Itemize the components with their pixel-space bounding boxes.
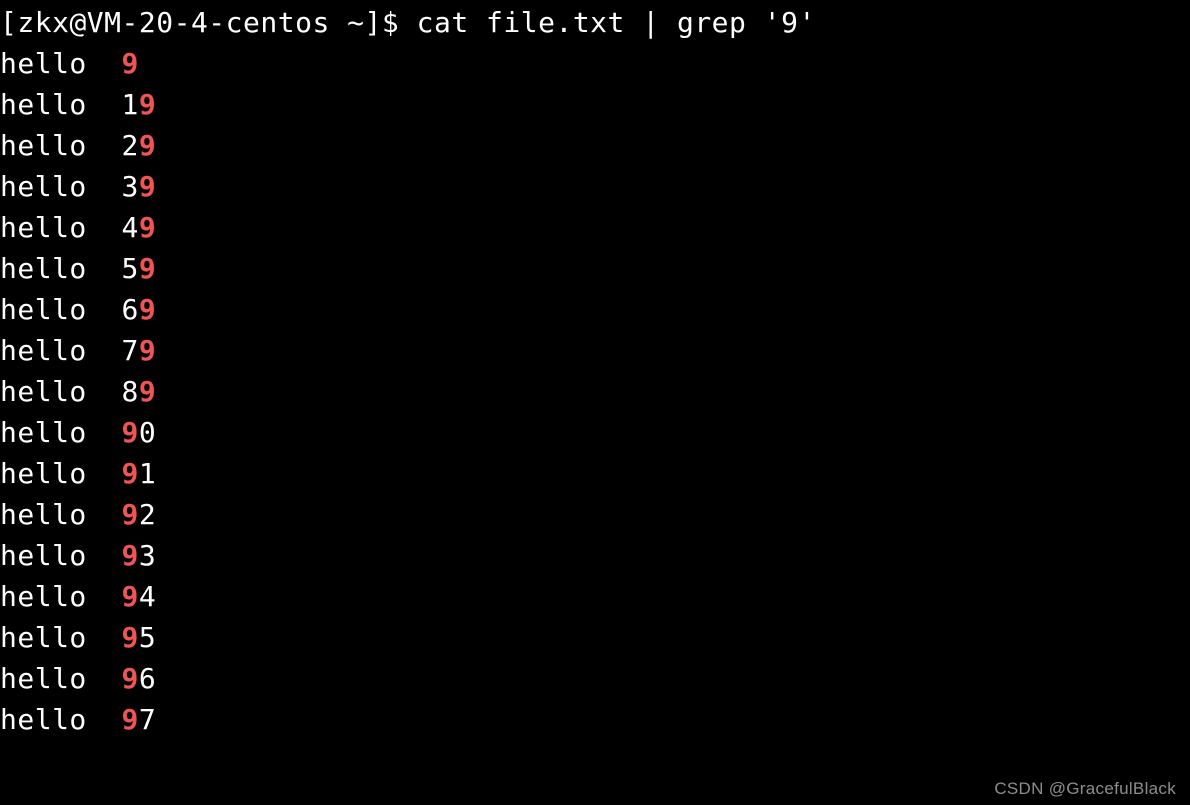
output-gap <box>87 375 122 408</box>
output-word: hello <box>0 170 87 203</box>
output-word: hello <box>0 211 87 244</box>
output-suffix: 0 <box>139 416 156 449</box>
output-line: hello 19 <box>0 84 1190 125</box>
output-line: hello 94 <box>0 576 1190 617</box>
output-gap <box>87 703 122 736</box>
output-gap <box>87 539 122 572</box>
terminal[interactable]: [zkx@VM-20-4-centos ~]$ cat file.txt | g… <box>0 0 1190 805</box>
output-suffix: 7 <box>139 703 156 736</box>
output-gap <box>87 293 122 326</box>
output-word: hello <box>0 88 87 121</box>
grep-match: 9 <box>139 88 156 121</box>
grep-match: 9 <box>122 539 139 572</box>
output-gap <box>87 621 122 654</box>
grep-match: 9 <box>122 416 139 449</box>
prompt-user: zkx <box>17 6 69 39</box>
output-gap <box>87 498 122 531</box>
output-gap <box>87 47 122 80</box>
grep-match: 9 <box>122 621 139 654</box>
output-gap <box>87 662 122 695</box>
output-word: hello <box>0 334 87 367</box>
grep-match: 9 <box>122 457 139 490</box>
prompt-command: cat file.txt | grep '9' <box>417 6 816 39</box>
output-prefix: 7 <box>122 334 139 367</box>
output-gap <box>87 457 122 490</box>
output-word: hello <box>0 129 87 162</box>
output-gap <box>87 211 122 244</box>
output-suffix: 4 <box>139 580 156 613</box>
grep-match: 9 <box>139 170 156 203</box>
grep-match: 9 <box>139 293 156 326</box>
grep-match: 9 <box>139 211 156 244</box>
output-gap <box>87 416 122 449</box>
grep-match: 9 <box>122 580 139 613</box>
prompt-host: VM-20-4-centos <box>87 6 330 39</box>
grep-match: 9 <box>139 375 156 408</box>
prompt-space <box>330 6 347 39</box>
output-word: hello <box>0 293 87 326</box>
output-word: hello <box>0 498 87 531</box>
output-word: hello <box>0 457 87 490</box>
output-line: hello 69 <box>0 289 1190 330</box>
terminal-output: hello 9hello 19hello 29hello 39hello 49h… <box>0 43 1190 740</box>
output-prefix: 8 <box>122 375 139 408</box>
prompt-command-space <box>399 6 416 39</box>
output-line: hello 93 <box>0 535 1190 576</box>
output-word: hello <box>0 580 87 613</box>
grep-match: 9 <box>139 252 156 285</box>
output-line: hello 95 <box>0 617 1190 658</box>
grep-match: 9 <box>122 703 139 736</box>
output-gap <box>87 334 122 367</box>
output-line: hello 29 <box>0 125 1190 166</box>
output-gap <box>87 129 122 162</box>
output-line: hello 96 <box>0 658 1190 699</box>
output-line: hello 59 <box>0 248 1190 289</box>
output-line: hello 91 <box>0 453 1190 494</box>
output-line: hello 79 <box>0 330 1190 371</box>
output-suffix: 2 <box>139 498 156 531</box>
grep-match: 9 <box>139 334 156 367</box>
output-suffix: 5 <box>139 621 156 654</box>
output-line: hello 49 <box>0 207 1190 248</box>
output-word: hello <box>0 47 87 80</box>
output-word: hello <box>0 416 87 449</box>
prompt-close-bracket: ] <box>365 6 382 39</box>
output-prefix: 6 <box>122 293 139 326</box>
grep-match: 9 <box>139 129 156 162</box>
output-suffix: 3 <box>139 539 156 572</box>
output-gap <box>87 580 122 613</box>
prompt-at: @ <box>69 6 86 39</box>
output-suffix: 6 <box>139 662 156 695</box>
output-prefix: 4 <box>122 211 139 244</box>
output-suffix: 1 <box>139 457 156 490</box>
output-word: hello <box>0 252 87 285</box>
watermark: CSDN @GracefulBlack <box>994 779 1176 799</box>
prompt-cwd: ~ <box>347 6 364 39</box>
output-word: hello <box>0 703 87 736</box>
output-line: hello 89 <box>0 371 1190 412</box>
output-gap <box>87 170 122 203</box>
output-prefix: 2 <box>122 129 139 162</box>
prompt-symbol: $ <box>382 6 399 39</box>
output-prefix: 3 <box>122 170 139 203</box>
output-prefix: 1 <box>122 88 139 121</box>
grep-match: 9 <box>122 662 139 695</box>
prompt-line[interactable]: [zkx@VM-20-4-centos ~]$ cat file.txt | g… <box>0 2 1190 43</box>
output-line: hello 9 <box>0 43 1190 84</box>
output-line: hello 90 <box>0 412 1190 453</box>
prompt-open-bracket: [ <box>0 6 17 39</box>
output-line: hello 39 <box>0 166 1190 207</box>
output-word: hello <box>0 539 87 572</box>
output-line: hello 92 <box>0 494 1190 535</box>
output-prefix: 5 <box>122 252 139 285</box>
output-gap <box>87 252 122 285</box>
grep-match: 9 <box>122 498 139 531</box>
output-word: hello <box>0 375 87 408</box>
output-line: hello 97 <box>0 699 1190 740</box>
output-word: hello <box>0 621 87 654</box>
grep-match: 9 <box>122 47 139 80</box>
output-word: hello <box>0 662 87 695</box>
output-gap <box>87 88 122 121</box>
